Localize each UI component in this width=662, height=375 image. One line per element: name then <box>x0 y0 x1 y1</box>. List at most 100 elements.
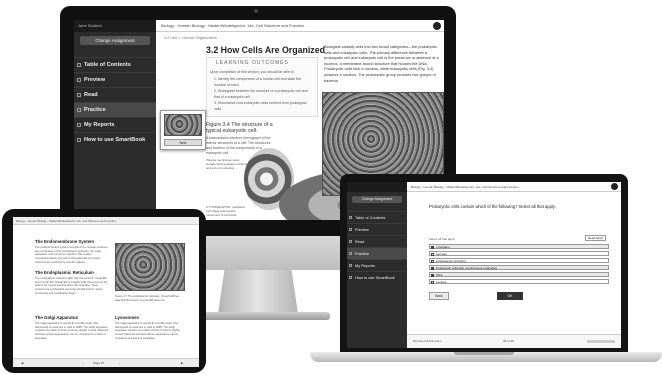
sidebar-item-read[interactable]: Read <box>347 235 407 247</box>
practice-icon <box>77 108 81 112</box>
sidebar-item-label: Practice <box>355 251 370 256</box>
sidebar-item-label: My Reports <box>84 122 115 128</box>
back-button[interactable]: Back <box>429 292 449 300</box>
sidebar-item-my-reports[interactable]: My Reports <box>347 259 407 271</box>
checkbox-icon <box>431 245 434 249</box>
reader-header: Biology - Human Biology - Mader/Windelsp… <box>156 20 444 32</box>
sidebar-item-label: Preview <box>355 227 369 232</box>
answer-option-label: cytoplasm <box>436 245 450 249</box>
checkbox-icon <box>431 259 434 263</box>
answer-option-label: cell wall <box>436 252 447 256</box>
section-title: 3.2 How Cells Are Organized <box>206 45 325 55</box>
figure-caption: Figure 3.7 The endoplasmic reticulum. Ro… <box>115 295 179 302</box>
answer-option-no-membranous-organelles[interactable]: Prokaryotic cells lack membranous organe… <box>429 265 609 270</box>
answer-option-label: endoplasmic reticulum <box>436 259 466 263</box>
forward-arrow-icon[interactable]: ▶ <box>181 361 183 365</box>
practice-icon <box>349 252 352 255</box>
tablet-screen: Biology - Human Biology - Mader/Windelsp… <box>13 217 199 367</box>
section-heading: The Endoplasmic Reticulum <box>35 270 94 275</box>
laptop-sidebar: Change Assignment Table of Contents Prev… <box>347 182 407 348</box>
sidebar-item-read[interactable]: Read <box>74 87 156 102</box>
answer-option-cytoplasm[interactable]: cytoplasm <box>429 244 609 249</box>
section-text: The endoplasmic reticulum (ER) has two p… <box>35 277 108 295</box>
read-icon <box>349 240 352 243</box>
sidebar-item-my-reports[interactable]: My Reports <box>74 117 156 132</box>
sidebar-item-how-to-use[interactable]: How to use SmartBook <box>74 132 156 147</box>
section-text: The Golgi apparatus is named for Camillo… <box>35 322 108 340</box>
header-title: Biology - Human Biology - Mader/Windelsp… <box>161 23 305 28</box>
prev-page-icon[interactable]: ‹ <box>83 361 84 365</box>
ok-button[interactable]: OK <box>497 292 523 300</box>
reports-icon <box>349 264 352 267</box>
answer-option-label: DNA <box>436 273 443 277</box>
preview-icon <box>349 228 352 231</box>
logo-icon <box>433 22 441 30</box>
section-heading: Lysosomes <box>115 315 139 320</box>
book-icon <box>349 216 352 219</box>
page-label: Page 87 <box>93 361 105 365</box>
sidebar-item-label: Read <box>355 239 365 244</box>
footer-brand: McGraw-Hill Education <box>413 339 442 343</box>
next-page-icon[interactable]: › <box>119 361 120 365</box>
sidebar-item-preview[interactable]: Preview <box>347 223 407 235</box>
camera-icon <box>254 9 258 13</box>
tablet-header: Biology - Human Biology - Mader/Windelsp… <box>13 217 199 225</box>
sidebar-item-practice[interactable]: Practice <box>347 247 407 259</box>
sidebar-item-table-of-contents[interactable]: Table of Contents <box>347 211 407 223</box>
tablet-toolbar: ◀ ‹ Page 87 › ▶ <box>13 358 199 367</box>
figure-title: Figure 3.4 The structure of a typical eu… <box>206 122 273 134</box>
header-title: Biology - Human Biology - Mader/Windelsp… <box>411 185 519 189</box>
progress-label: 30 of 46 <box>503 339 514 343</box>
laptop-screen: Change Assignment Table of Contents Prev… <box>347 182 621 348</box>
sidebar-item-label: Read <box>84 92 98 98</box>
checkbox-icon <box>431 266 434 270</box>
book-icon <box>77 63 81 67</box>
answer-option-label: Prokaryotic cells lack membranous organe… <box>436 266 498 270</box>
help-icon <box>349 276 352 279</box>
learning-outcomes-intro: Upon completion of this section, you sho… <box>210 70 294 74</box>
learning-outcome-item: 1. Identify the components of a human ce… <box>214 77 301 87</box>
help-icon <box>77 138 81 142</box>
learning-outcomes-title: LEARNING OUTCOMES <box>216 60 289 66</box>
sidebar-item-label: Table of Contents <box>355 215 386 220</box>
laptop-footer: McGraw-Hill Education 30 of 46 <box>407 334 621 348</box>
answer-option-label: nucleus <box>436 280 447 284</box>
checkbox-icon <box>431 280 434 284</box>
change-assignment-button[interactable]: Change Assignment <box>352 196 402 203</box>
sidebar-item-practice[interactable]: Practice <box>74 102 156 117</box>
logo-icon <box>611 183 618 190</box>
learning-outcome-item: 3. Summarize how eukaryotic cells evolve… <box>214 101 307 111</box>
sidebar-item-preview[interactable]: Preview <box>74 72 156 87</box>
question-text: Prokaryotic cells contain which of the f… <box>429 204 556 209</box>
sidebar-item-label: Practice <box>84 107 106 113</box>
preview-icon <box>77 78 81 82</box>
imac-stand-neck <box>218 270 298 314</box>
answer-option-cell-wall[interactable]: cell wall <box>429 251 609 256</box>
sidebar-top-bar <box>347 182 407 192</box>
sidebar-item-table-of-contents[interactable]: Table of Contents <box>74 57 156 72</box>
sidebar-item-label: Table of Contents <box>84 62 131 68</box>
section-heading: The Golgi Apparatus <box>35 315 79 320</box>
sidebar-item-label: My Reports <box>355 263 375 268</box>
plasma-membrane-label: Plasma membrane: outer surface that regu… <box>206 158 248 170</box>
laptop-notch <box>454 352 514 355</box>
endoplasmic-reticulum-image <box>115 243 185 291</box>
change-assignment-button[interactable]: Change Assignment <box>80 36 150 45</box>
sidebar-user-name: Jane Student <box>74 20 156 32</box>
answer-option-endoplasmic-reticulum[interactable]: endoplasmic reticulum <box>429 258 609 263</box>
breadcrumb[interactable]: 3.2 Unit 1: Human Organization <box>164 36 217 40</box>
section-text: The endomembrane system consists of the … <box>35 246 109 264</box>
need-help-button[interactable]: Need help? <box>585 235 607 241</box>
answer-option-dna[interactable]: DNA <box>429 272 609 277</box>
imac-stand-foot <box>186 312 330 320</box>
sidebar-item-label: How to use SmartBook <box>355 275 395 280</box>
sidebar-item-how-to-use[interactable]: How to use SmartBook <box>347 271 407 283</box>
read-icon <box>77 93 81 97</box>
checkbox-icon <box>431 252 434 256</box>
thumbnail-popup[interactable]: Next <box>160 110 206 150</box>
popup-button[interactable]: Next <box>164 139 202 146</box>
answer-option-nucleus[interactable]: nucleus <box>429 279 609 284</box>
back-arrow-icon[interactable]: ◀ <box>21 361 23 365</box>
sidebar-item-label: How to use SmartBook <box>84 137 146 143</box>
reader-header: Biology - Human Biology - Mader/Windelsp… <box>407 182 621 192</box>
